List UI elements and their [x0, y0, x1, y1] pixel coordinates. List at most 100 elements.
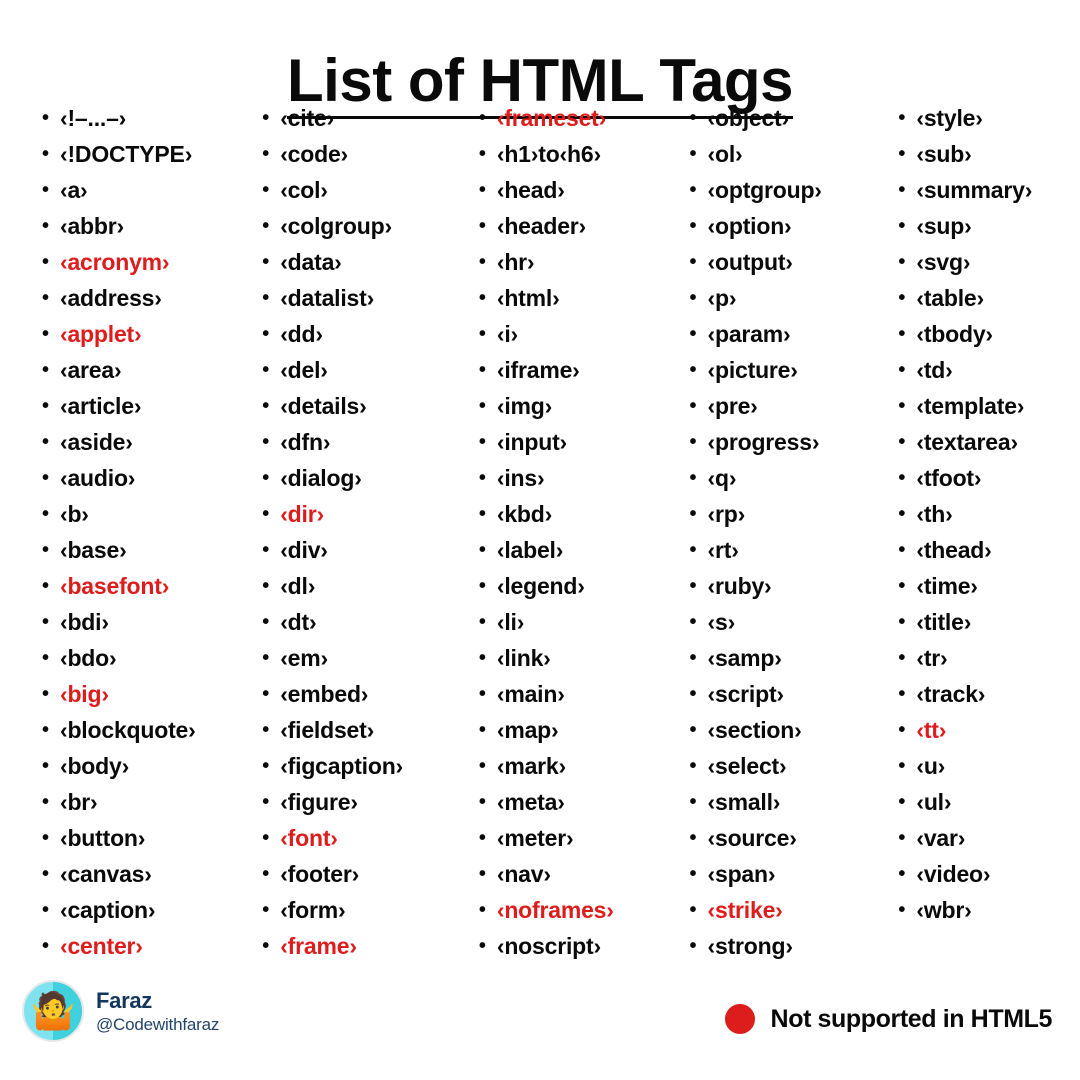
tag-name-label: ‹textarea›: [916, 429, 1018, 455]
tag-list-item: • ‹tr›: [898, 640, 1080, 676]
bullet-icon: •: [898, 683, 906, 705]
tag-name-label: ‹select›: [707, 753, 787, 779]
bullet-icon: •: [478, 143, 486, 165]
bullet-icon: •: [478, 503, 486, 525]
tag-list-item: • ‹frameset›: [479, 100, 682, 136]
tag-list-item: • ‹hr›: [479, 244, 682, 280]
tag-list-item: • ‹address›: [42, 280, 254, 316]
tag-list-item: • ‹dt›: [262, 604, 465, 640]
tag-list-item: • ‹data›: [262, 244, 465, 280]
tag-name-label: ‹var›: [916, 825, 966, 851]
bullet-icon: •: [689, 431, 697, 453]
tag-name-label: ‹area›: [60, 357, 122, 383]
bullet-icon: •: [478, 899, 486, 921]
bullet-icon: •: [689, 107, 697, 129]
tag-name-label: ‹object›: [707, 105, 790, 131]
tag-name-label: ‹track›: [916, 681, 986, 707]
tag-list-item: • ‹canvas›: [42, 856, 254, 892]
tag-name-label: ‹tbody›: [916, 321, 993, 347]
tag-list-item: • ‹legend›: [479, 568, 682, 604]
bullet-icon: •: [689, 863, 697, 885]
bullet-icon: •: [689, 539, 697, 561]
bullet-icon: •: [42, 719, 49, 741]
tag-list-item: • ‹h1›to‹h6›: [479, 136, 682, 172]
tag-name-label: ‹meta›: [496, 789, 565, 815]
tag-name-label: ‹thead›: [916, 537, 992, 563]
bullet-icon: •: [42, 287, 49, 309]
tag-list-item: • ‹track›: [898, 676, 1080, 712]
bullet-icon: •: [898, 755, 906, 777]
bullet-icon: •: [262, 251, 270, 273]
bullet-icon: •: [689, 791, 697, 813]
tag-name-label: ‹header›: [496, 213, 587, 239]
tag-list-item: • ‹datalist›: [262, 280, 465, 316]
author-handle: @Codewithfaraz: [96, 1014, 220, 1034]
bullet-icon: •: [478, 395, 486, 417]
tag-list-item: • ‹basefont›: [42, 568, 254, 604]
tag-name-label: ‹audio›: [60, 465, 136, 491]
tag-list-item: • ‹!–...–›: [42, 100, 254, 136]
bullet-icon: •: [898, 215, 906, 237]
tag-name-label: ‹em›: [280, 645, 328, 671]
tag-name-label: ‹pre›: [707, 393, 758, 419]
tag-name-label: ‹bdo›: [60, 645, 117, 671]
tag-list-item: • ‹del›: [262, 352, 465, 388]
tag-list-item: • ‹output›: [690, 244, 889, 280]
bullet-icon: •: [689, 647, 697, 669]
tag-name-label: ‹data›: [280, 249, 342, 275]
legend: Not supported in HTML5: [724, 1004, 1052, 1034]
tag-name-label: ‹sub›: [916, 141, 972, 167]
bullet-icon: •: [42, 899, 49, 921]
tag-list-item: • ‹i›: [479, 316, 682, 352]
bullet-icon: •: [42, 467, 49, 489]
bullet-icon: •: [898, 143, 906, 165]
tag-list-item: • ‹thead›: [898, 532, 1080, 568]
tag-list-item: • ‹object›: [690, 100, 889, 136]
tag-list-item: • ‹picture›: [690, 352, 889, 388]
tag-list-item: • ‹span›: [690, 856, 889, 892]
tag-name-label: ‹noscript›: [496, 933, 601, 959]
tag-name-label: ‹s›: [707, 609, 736, 635]
bullet-icon: •: [478, 467, 486, 489]
bullet-icon: •: [478, 179, 486, 201]
tag-name-label: ‹span›: [707, 861, 776, 887]
bullet-icon: •: [898, 503, 906, 525]
tag-list-item: • ‹svg›: [898, 244, 1080, 280]
bullet-icon: •: [689, 899, 697, 921]
tag-name-label: ‹html›: [496, 285, 560, 311]
tag-name-label: ‹main›: [496, 681, 565, 707]
tag-list-item: • ‹nav›: [479, 856, 682, 892]
tag-name-label: ‹!DOCTYPE›: [60, 141, 193, 167]
tag-name-label: ‹frameset›: [496, 105, 607, 131]
tag-name-label: ‹dl›: [280, 573, 316, 599]
tag-name-label: ‹wbr›: [916, 897, 972, 923]
tag-list-item: • ‹time›: [898, 568, 1080, 604]
tag-name-label: ‹canvas›: [60, 861, 152, 887]
tag-column-3: • ‹object› • ‹ol› • ‹optgroup› • ‹option› • ‹outp…: [682, 100, 889, 964]
tag-list-item: • ‹div›: [262, 532, 465, 568]
tag-name-label: ‹link›: [496, 645, 551, 671]
bullet-icon: •: [478, 431, 486, 453]
bullet-icon: •: [262, 467, 270, 489]
bullet-icon: •: [898, 719, 906, 741]
tag-list-item: • ‹wbr›: [898, 892, 1080, 928]
bullet-icon: •: [42, 575, 49, 597]
tag-list-item: • ‹area›: [42, 352, 254, 388]
tag-list-item: • ‹b›: [42, 496, 254, 532]
bullet-icon: •: [478, 647, 486, 669]
bullet-icon: •: [42, 503, 49, 525]
tag-list-item: • ‹article›: [42, 388, 254, 424]
tag-name-label: ‹div›: [280, 537, 328, 563]
tag-name-label: ‹summary›: [916, 177, 1033, 203]
tag-list-item: • ‹noframes›: [479, 892, 682, 928]
tag-list-item: • ‹style›: [898, 100, 1080, 136]
bullet-icon: •: [262, 863, 270, 885]
tag-name-label: ‹h1›to‹h6›: [496, 141, 601, 167]
tag-name-label: ‹dir›: [280, 501, 324, 527]
tag-list-item: • ‹form›: [262, 892, 465, 928]
tag-name-label: ‹ol›: [707, 141, 743, 167]
bullet-icon: •: [478, 215, 486, 237]
tag-list-item: • ‹param›: [690, 316, 889, 352]
tag-name-label: ‹frame›: [280, 933, 357, 959]
bullet-icon: •: [262, 323, 270, 345]
